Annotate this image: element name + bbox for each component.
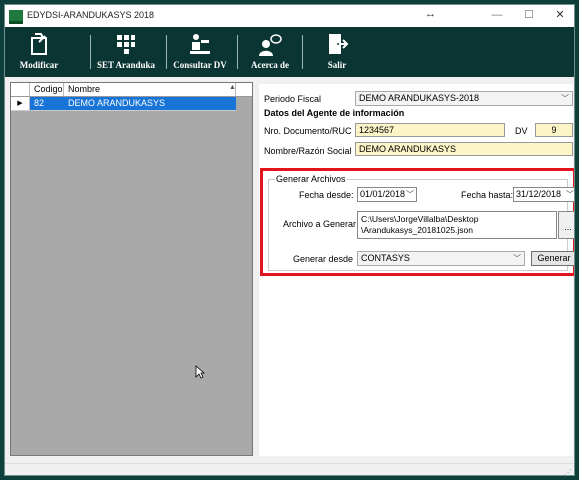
chevron-down-icon: ﹀ <box>566 190 574 199</box>
nombre-label: Nombre/Razón Social <box>264 146 352 156</box>
group-title: Generar Archivos <box>275 174 347 184</box>
grid-corner <box>11 83 30 96</box>
salir-label: Salir <box>327 60 347 70</box>
ruc-input[interactable]: 1234567 <box>355 123 505 137</box>
toolbar: Modificar SET Aranduka Consultar DV Acer… <box>5 27 574 77</box>
resize-arrows-icon: ↔ <box>425 8 436 20</box>
archivo-path-line2: \Arandukasys_20181025.json <box>361 225 473 235</box>
periodo-select[interactable]: DEMO ARANDUKASYS-2018 ﹀ <box>355 91 573 106</box>
dv-label: DV <box>515 126 528 136</box>
exit-door-icon <box>329 34 349 54</box>
toolbar-separator <box>302 35 303 69</box>
archivo-path-line1: C:\Users\JorgeVillalba\Desktop <box>361 214 479 224</box>
fecha-hasta-value: 31/12/2018 <box>516 189 562 199</box>
minimize-button[interactable]: — <box>485 7 509 23</box>
fecha-hasta-label: Fecha hasta: <box>461 190 514 200</box>
chevron-down-icon: ﹀ <box>561 94 569 103</box>
periodo-label: Periodo Fiscal <box>264 94 322 104</box>
mouse-pointer-icon <box>195 365 205 379</box>
app-icon <box>9 10 23 24</box>
modificar-button[interactable]: Modificar <box>15 30 63 74</box>
dv-input[interactable]: 9 <box>535 123 573 137</box>
acerca-de-button[interactable]: Acerca de <box>241 30 299 74</box>
sort-up-icon: ▲ <box>229 84 236 91</box>
toolbar-separator <box>166 35 167 69</box>
generar-desde-select[interactable]: CONTASYS ﹀ <box>357 251 525 266</box>
archivo-label: Archivo a Generar <box>283 219 357 229</box>
maximize-button[interactable]: ☐ <box>517 7 541 23</box>
fecha-desde-label: Fecha desde: <box>299 190 354 200</box>
resize-grip-icon[interactable]: ⋰ <box>564 468 572 475</box>
fecha-hasta-picker[interactable]: 31/12/2018 ﹀ <box>513 187 574 202</box>
section-title: Datos del Agente de información <box>264 108 405 118</box>
chevron-down-icon: ﹀ <box>406 190 414 199</box>
edit-document-icon <box>31 33 47 55</box>
toolbar-separator <box>90 35 91 69</box>
toolbar-separator <box>237 35 238 69</box>
consultar-dv-button[interactable]: Consultar DV <box>169 30 231 74</box>
window-title: EDYDSI-ARANDUKASYS 2018 <box>27 10 155 20</box>
highlight-box: Generar Archivos Fecha desde: 01/01/2018… <box>260 168 574 276</box>
periodo-value: DEMO ARANDUKASYS-2018 <box>359 93 480 103</box>
set-aranduka-label: SET Aranduka <box>96 60 156 70</box>
modificar-label: Modificar <box>19 60 59 70</box>
ruc-label: Nro. Documento/RUC <box>264 126 352 136</box>
set-aranduka-button[interactable]: SET Aranduka <box>93 30 159 74</box>
acerca-de-label: Acerca de <box>250 60 290 70</box>
generar-button[interactable]: Generar <box>531 251 574 266</box>
cell-codigo[interactable]: 82 <box>30 97 64 110</box>
fecha-desde-picker[interactable]: 01/01/2018 ﹀ <box>357 187 417 202</box>
fecha-desde-value: 01/01/2018 <box>360 189 406 199</box>
table-row[interactable]: ▶ 82 DEMO ARANDUKASYS <box>11 97 236 111</box>
salir-button[interactable]: Salir <box>317 30 357 74</box>
browse-button[interactable]: ... <box>558 211 574 239</box>
status-bar: ⋰ <box>5 463 574 475</box>
chevron-down-icon: ﹀ <box>513 254 521 263</box>
consultar-dv-label: Consultar DV <box>173 60 227 70</box>
close-button[interactable]: ✕ <box>548 7 572 23</box>
column-header-codigo[interactable]: Codigo <box>30 83 64 96</box>
title-bar: EDYDSI-ARANDUKASYS 2018 ↔ — ☐ ✕ <box>5 5 574 27</box>
person-desk-icon <box>190 34 210 54</box>
row-indicator-icon: ▶ <box>11 97 30 110</box>
user-chat-icon <box>259 34 282 56</box>
archivo-path-field[interactable]: C:\Users\JorgeVillalba\Desktop \Aranduka… <box>357 211 557 239</box>
grid-header: Codigo Nombre ▲ <box>11 83 252 97</box>
generar-archivos-group: Generar Archivos Fecha desde: 01/01/2018… <box>268 174 574 271</box>
app-window: EDYDSI-ARANDUKASYS 2018 ↔ — ☐ ✕ Modifica… <box>4 4 575 476</box>
grid-icon <box>117 35 135 54</box>
generar-desde-value: CONTASYS <box>361 253 410 263</box>
column-header-nombre[interactable]: Nombre <box>64 83 236 96</box>
cell-nombre[interactable]: DEMO ARANDUKASYS <box>64 97 236 110</box>
generar-desde-label: Generar desde <box>293 254 354 264</box>
nombre-input[interactable]: DEMO ARANDUKASYS <box>355 142 573 156</box>
agents-grid[interactable]: Codigo Nombre ▲ ▶ 82 DEMO ARANDUKASYS <box>10 82 253 456</box>
